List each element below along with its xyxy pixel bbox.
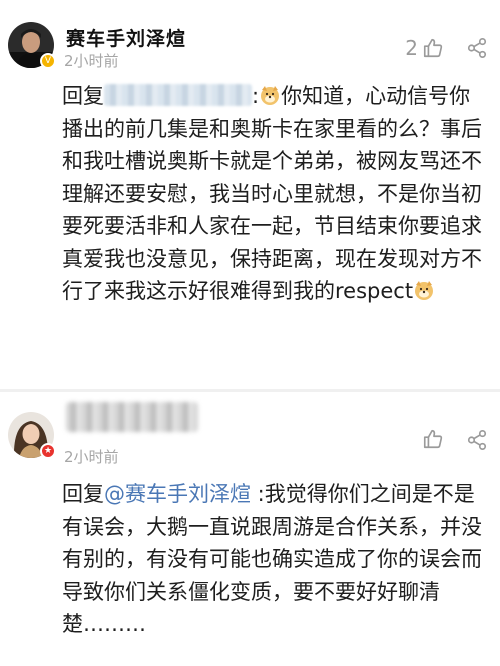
like-count: 2 [405,36,418,60]
timestamp: 2小时前 [64,448,119,466]
mention-link[interactable]: @赛车手刘泽煊 [104,482,251,506]
comment-item: ★ 2小时前 回复@赛车手刘泽煊 :我觉得你们之间是不是有误会，大鹅一直说跟周游… [0,392,500,666]
comment-text: 回复@赛车手刘泽煊 :我觉得你们之间是不是有误会，大鹅一直说跟周游是合作关系，并… [62,478,486,641]
thumbs-up-icon [423,38,443,58]
thumbs-up-icon [423,429,443,449]
reply-prefix: 回复 [62,482,104,506]
like-button[interactable] [422,428,444,450]
username[interactable]: 赛车手刘泽煊 [66,24,186,51]
colon: : [252,84,260,108]
blurred-mention [104,84,252,106]
comment-text: 回复: 你知道，心动信号你播出的前几集是和奥斯卡在家里看的么？事后和我吐槽说奥斯卡… [62,80,486,308]
blurred-username [66,402,198,432]
doge-emoji-icon [261,86,280,105]
avatar[interactable]: ★ [8,412,56,459]
avatar[interactable]: V [8,22,56,69]
share-icon[interactable] [466,429,488,451]
timestamp: 2小时前 [64,52,119,70]
verified-badge-icon: ★ [40,443,56,459]
share-icon[interactable] [466,37,488,59]
comment-item: V 赛车手刘泽煊 2小时前 2 回复: 你知道，心动信号你播出的前几集是和奥斯卡在… [0,0,500,392]
reply-prefix: 回复 [62,84,104,108]
comment-body: 你知道，心动信号你播出的前几集是和奥斯卡在家里看的么？事后和我吐槽说奥斯卡就是个… [62,84,482,303]
like-button[interactable]: 2 [405,36,444,60]
verified-badge-icon: V [40,53,56,69]
doge-emoji-icon [415,281,434,300]
